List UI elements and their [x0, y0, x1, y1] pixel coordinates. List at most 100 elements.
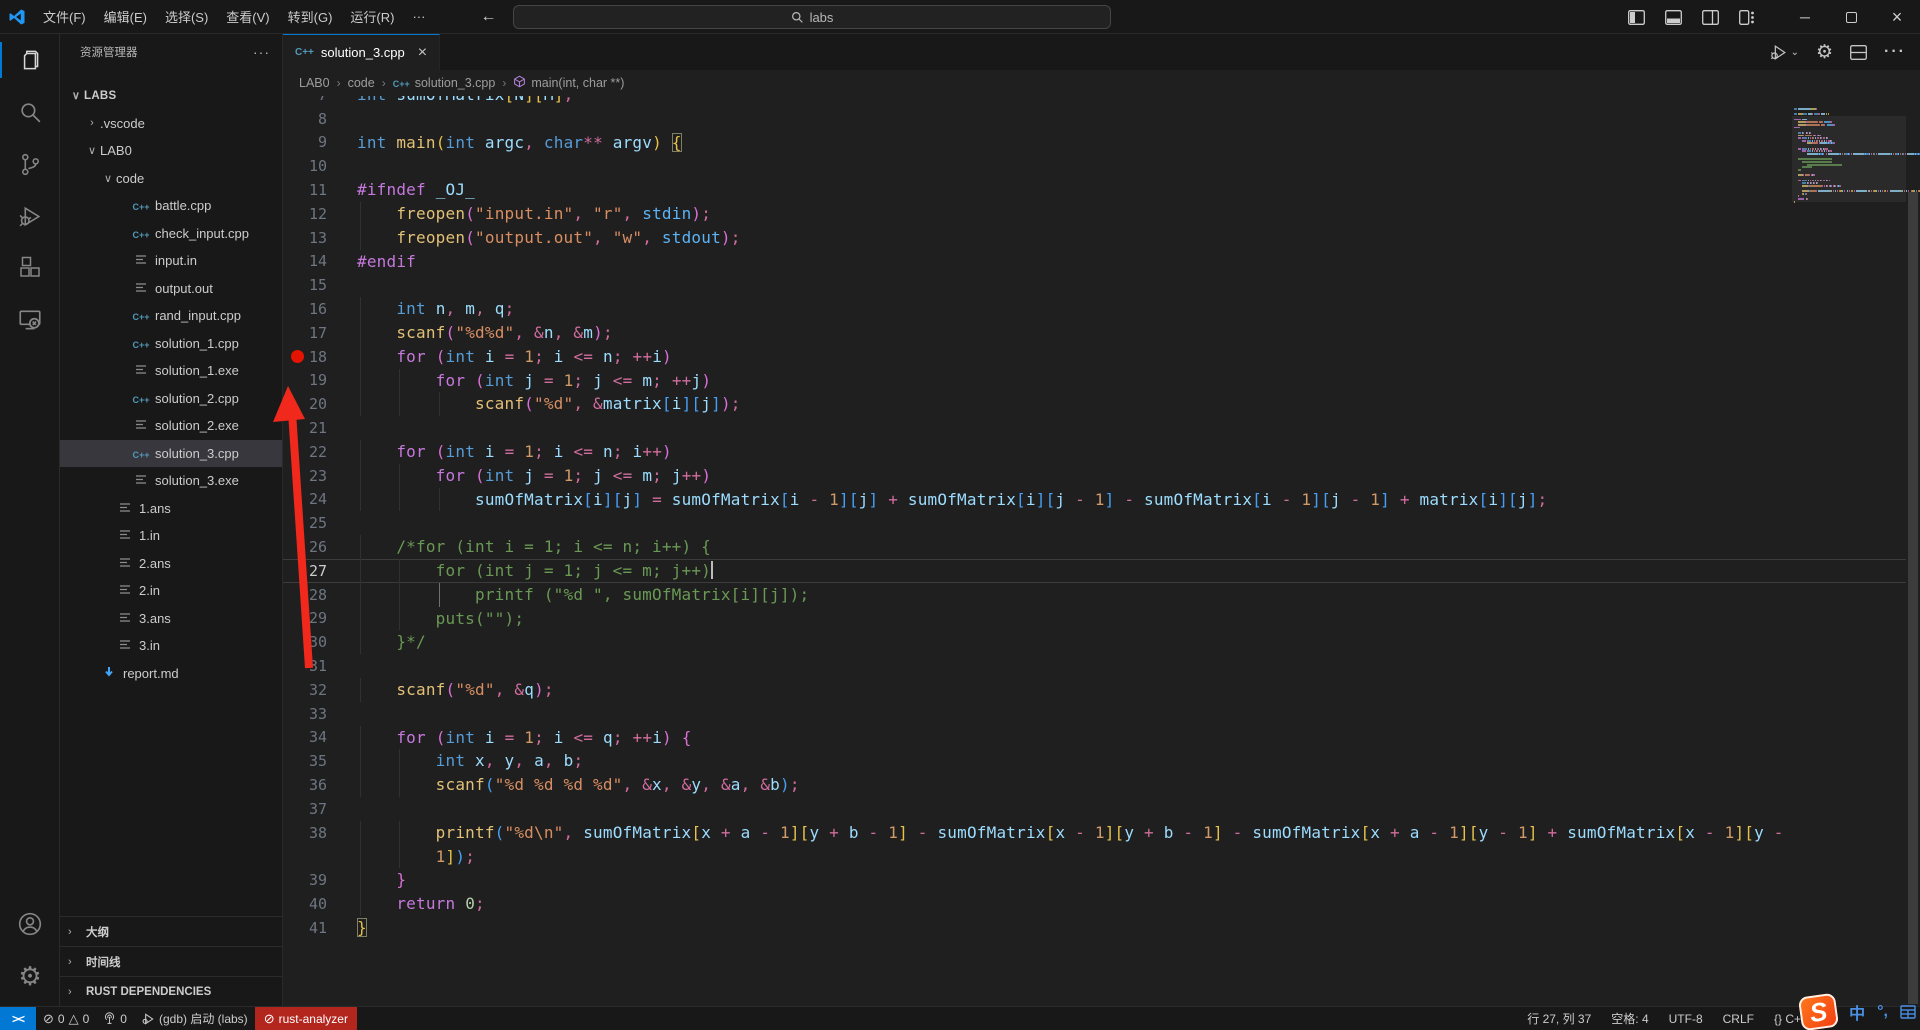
- close-button[interactable]: ×: [1874, 0, 1920, 34]
- line-gutter[interactable]: [283, 847, 357, 865]
- source-control-icon[interactable]: [0, 138, 60, 190]
- tree-item-1-ans[interactable]: 1.ans: [60, 495, 282, 523]
- line-gutter[interactable]: 35: [283, 752, 357, 770]
- tree-item-check_input-cpp[interactable]: C++ check_input.cpp: [60, 220, 282, 248]
- line-gutter[interactable]: 38: [283, 824, 357, 842]
- line-gutter[interactable]: 19: [283, 371, 357, 389]
- maximize-button[interactable]: [1828, 0, 1874, 34]
- settings-gear-icon[interactable]: ⚙: [0, 950, 60, 1002]
- rust-analyzer-error-badge[interactable]: ⊘ rust-analyzer: [254, 1006, 357, 1030]
- ports-status[interactable]: 0: [96, 1007, 134, 1030]
- line-gutter[interactable]: 11: [283, 181, 357, 199]
- line-gutter[interactable]: 41: [283, 919, 357, 937]
- line-gutter[interactable]: 10: [283, 157, 357, 175]
- menu-item-1[interactable]: 编辑(E): [95, 0, 156, 33]
- toggle-secondary-sidebar-icon[interactable]: [1702, 9, 1719, 25]
- line-gutter[interactable]: 17: [283, 324, 357, 342]
- tree-item-rand_input-cpp[interactable]: C++ rand_input.cpp: [60, 302, 282, 330]
- tree-item-LABS[interactable]: ∨ LABS: [60, 82, 282, 110]
- tree-item-output-out[interactable]: output.out: [60, 275, 282, 303]
- tree-item-solution_3-exe[interactable]: solution_3.exe: [60, 467, 282, 495]
- tree-item-report-md[interactable]: report.md: [60, 660, 282, 688]
- tree-item-3-in[interactable]: 3.in: [60, 632, 282, 660]
- tree-item-solution_1-cpp[interactable]: C++ solution_1.cpp: [60, 330, 282, 358]
- sogou-ime-icon[interactable]: S: [1797, 992, 1840, 1030]
- line-gutter[interactable]: 22: [283, 443, 357, 461]
- sidebar-more-icon[interactable]: ···: [253, 44, 270, 60]
- line-gutter[interactable]: 12: [283, 205, 357, 223]
- cursor-position[interactable]: 行 27, 列 37: [1520, 1007, 1598, 1030]
- line-gutter[interactable]: 37: [283, 800, 357, 818]
- tree-item--vscode[interactable]: › .vscode: [60, 110, 282, 138]
- sidebar-section-0[interactable]: › 大纲: [60, 916, 282, 946]
- menu-item-2[interactable]: 选择(S): [156, 0, 217, 33]
- scrollbar-thumb[interactable]: [1908, 192, 1918, 1004]
- line-gutter[interactable]: 23: [283, 467, 357, 485]
- tree-item-2-ans[interactable]: 2.ans: [60, 550, 282, 578]
- line-gutter[interactable]: 13: [283, 229, 357, 247]
- customize-layout-icon[interactable]: [1739, 9, 1756, 25]
- tree-item-solution_3-cpp[interactable]: C++ solution_3.cpp: [60, 439, 282, 467]
- line-gutter[interactable]: 8: [283, 110, 357, 128]
- line-gutter[interactable]: 25: [283, 514, 357, 532]
- line-gutter[interactable]: 14: [283, 252, 357, 270]
- line-gutter[interactable]: 21: [283, 419, 357, 437]
- run-debug-icon[interactable]: [0, 190, 60, 242]
- tree-item-code[interactable]: ∨ code: [60, 165, 282, 193]
- menu-item-0[interactable]: 文件(F): [34, 0, 95, 33]
- toggle-sidebar-icon[interactable]: [1628, 9, 1645, 25]
- breadcrumb-item-2[interactable]: C++ solution_3.cpp: [393, 76, 496, 90]
- explorer-icon[interactable]: [0, 34, 60, 86]
- line-gutter[interactable]: 27: [283, 562, 357, 580]
- ime-keyboard-icon[interactable]: [1900, 1005, 1916, 1019]
- tree-item-2-in[interactable]: 2.in: [60, 577, 282, 605]
- problems-status[interactable]: ⊘ 0 △ 0: [36, 1007, 96, 1030]
- encoding[interactable]: UTF-8: [1662, 1007, 1710, 1030]
- accounts-icon[interactable]: [0, 898, 60, 950]
- command-center-search[interactable]: labs: [513, 5, 1111, 29]
- line-gutter[interactable]: 34: [283, 728, 357, 746]
- line-gutter[interactable]: 24: [283, 490, 357, 508]
- tab-close-icon[interactable]: ×: [418, 44, 427, 62]
- tab-solution3[interactable]: C++ solution_3.cpp ×: [283, 34, 441, 70]
- line-gutter[interactable]: 20: [283, 395, 357, 413]
- tree-item-1-in[interactable]: 1.in: [60, 522, 282, 550]
- remote-explorer-icon[interactable]: [0, 294, 60, 346]
- tree-item-battle-cpp[interactable]: C++ battle.cpp: [60, 192, 282, 220]
- menu-item-6[interactable]: ···: [403, 0, 434, 33]
- breadcrumb-item-1[interactable]: code: [348, 76, 375, 90]
- tree-item-solution_1-exe[interactable]: solution_1.exe: [60, 357, 282, 385]
- minimize-button[interactable]: ─: [1782, 0, 1828, 34]
- extensions-icon[interactable]: [0, 242, 60, 294]
- tree-item-solution_2-exe[interactable]: solution_2.exe: [60, 412, 282, 440]
- line-gutter[interactable]: 30: [283, 633, 357, 651]
- editor-scrollbar[interactable]: [1906, 96, 1920, 1006]
- line-gutter[interactable]: 29: [283, 609, 357, 627]
- line-gutter[interactable]: 39: [283, 871, 357, 889]
- toggle-panel-icon[interactable]: [1665, 9, 1682, 25]
- editor-more-icon[interactable]: ···: [1884, 43, 1906, 61]
- remote-indicator[interactable]: ><: [0, 1006, 37, 1030]
- indentation[interactable]: 空格: 4: [1604, 1007, 1655, 1030]
- line-gutter[interactable]: 7: [283, 96, 357, 104]
- line-gutter[interactable]: 33: [283, 705, 357, 723]
- tree-item-3-ans[interactable]: 3.ans: [60, 605, 282, 633]
- tree-item-input-in[interactable]: input.in: [60, 247, 282, 275]
- menu-item-3[interactable]: 查看(V): [217, 0, 278, 33]
- split-editor-icon[interactable]: [1850, 44, 1867, 60]
- line-gutter[interactable]: 31: [283, 657, 357, 675]
- line-gutter[interactable]: 18: [283, 348, 357, 366]
- tree-item-solution_2-cpp[interactable]: C++ solution_2.cpp: [60, 385, 282, 413]
- tree-item-LAB0[interactable]: ∨ LAB0: [60, 137, 282, 165]
- breadcrumb-item-0[interactable]: LAB0: [299, 76, 330, 90]
- breadcrumb-item-3[interactable]: main(int, char **): [513, 75, 624, 91]
- line-gutter[interactable]: 36: [283, 776, 357, 794]
- menu-item-5[interactable]: 运行(R): [341, 0, 403, 33]
- code-editor[interactable]: 7 int sumOfMatrix[N][M]; 8 9 int main(int ar…: [283, 96, 1920, 1006]
- line-gutter[interactable]: 16: [283, 300, 357, 318]
- line-gutter[interactable]: 26: [283, 538, 357, 556]
- line-gutter[interactable]: 28: [283, 586, 357, 604]
- search-sidebar-icon[interactable]: [0, 86, 60, 138]
- ime-punctuation-indicator[interactable]: °,: [1877, 1003, 1888, 1021]
- editor-settings-icon[interactable]: ⚙: [1816, 41, 1833, 64]
